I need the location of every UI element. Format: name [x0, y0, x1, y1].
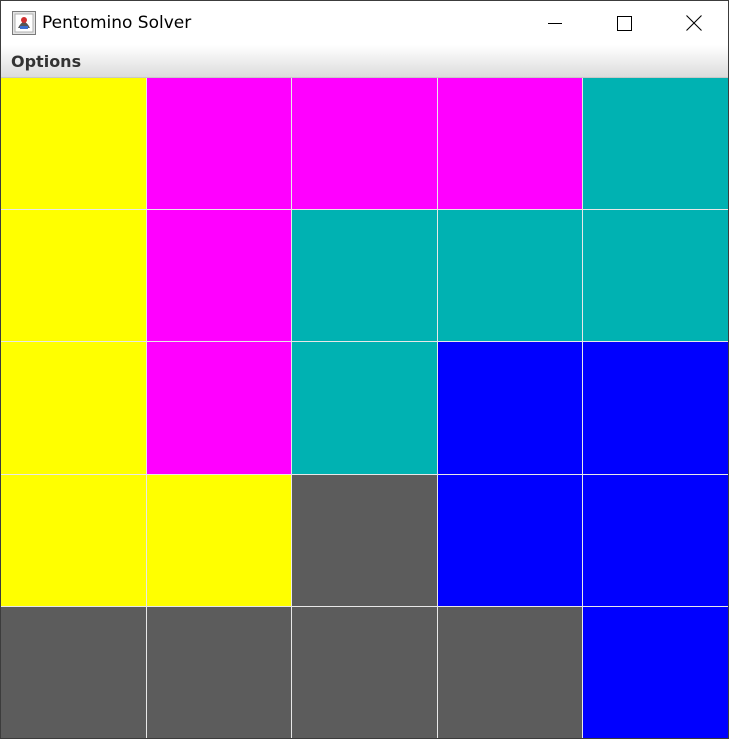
- maximize-button[interactable]: [601, 1, 647, 45]
- minimize-icon: [548, 23, 562, 24]
- title-bar[interactable]: Pentomino Solver: [1, 1, 728, 45]
- board-cell: [146, 78, 292, 210]
- board-cell: [146, 474, 292, 606]
- board-cell: [583, 474, 728, 606]
- board-cell: [1, 210, 146, 342]
- app-window: Pentomino Solver Options: [0, 0, 729, 739]
- java-app-icon: [12, 11, 36, 35]
- board-cell: [292, 474, 437, 606]
- close-button[interactable]: [671, 1, 717, 45]
- minimize-button[interactable]: [532, 1, 578, 45]
- maximize-icon: [616, 15, 632, 31]
- board-cell: [1, 606, 146, 738]
- board-cell: [583, 606, 728, 738]
- menu-options[interactable]: Options: [11, 52, 81, 71]
- board-cell: [292, 342, 437, 474]
- board-cell: [437, 210, 583, 342]
- board-cell: [146, 606, 292, 738]
- board-cell: [1, 78, 146, 210]
- board-cell: [1, 474, 146, 606]
- menu-bar: Options: [1, 45, 728, 78]
- board-cell: [146, 342, 292, 474]
- board-cell: [1, 342, 146, 474]
- board-cell: [583, 78, 728, 210]
- board-cell: [292, 210, 437, 342]
- board-cell: [292, 78, 437, 210]
- board-cell: [146, 210, 292, 342]
- board-cell: [583, 342, 728, 474]
- close-icon: [686, 15, 702, 31]
- board-cell: [583, 210, 728, 342]
- board-cell: [292, 606, 437, 738]
- board-cell: [437, 78, 583, 210]
- pentomino-board: [1, 78, 728, 738]
- board-cell: [437, 606, 583, 738]
- window-title: Pentomino Solver: [42, 13, 192, 33]
- board-cell: [437, 474, 583, 606]
- board-cell: [437, 342, 583, 474]
